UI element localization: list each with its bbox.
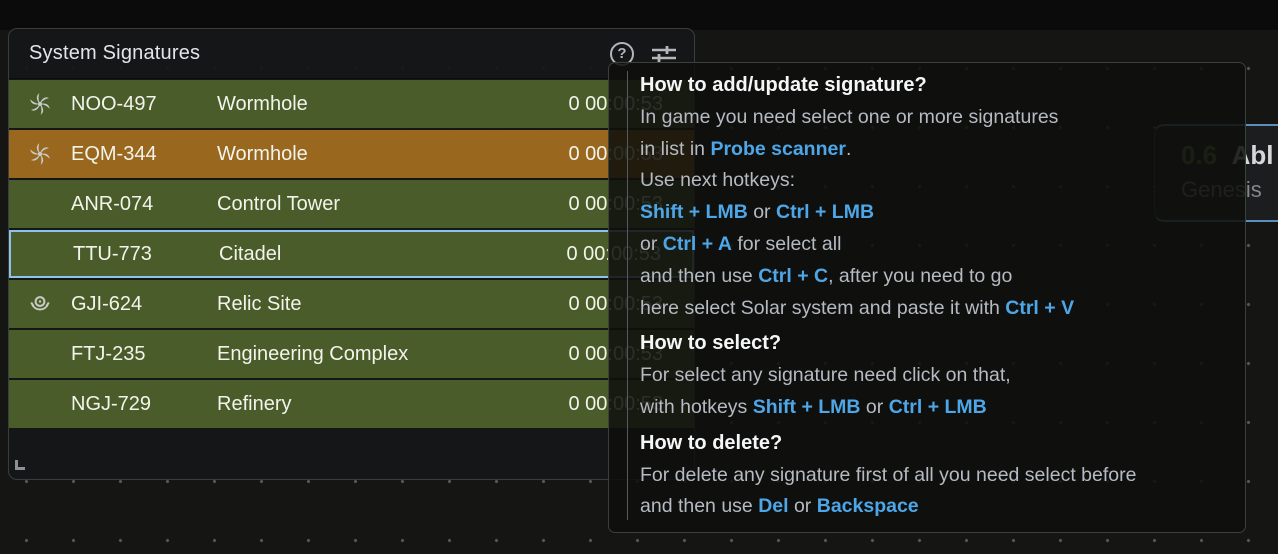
tooltip-text: For delete any signature first of all yo…: [640, 464, 1136, 486]
tooltip-text: or: [861, 396, 889, 418]
tooltip-section-title: How to delete?: [640, 428, 1233, 460]
tooltip-text: In game you need select one or more sign…: [640, 106, 1058, 128]
tooltip-line: and then use Ctrl + C, after you need to…: [640, 261, 1233, 293]
signature-id: TTU-773: [73, 243, 219, 266]
tooltip-section-title: How to add/update signature?: [640, 70, 1233, 102]
signature-id: NGJ-729: [71, 393, 217, 416]
table-row[interactable]: NGJ-729 Refinery 0 00:00:53: [9, 380, 694, 428]
tooltip-text: Use next hotkeys:: [640, 169, 795, 191]
hotkey-highlight: Ctrl + LMB: [889, 396, 987, 418]
panel-header: System Signatures ?: [9, 29, 694, 79]
tooltip-text: and then use: [640, 495, 758, 517]
hotkey-highlight: Ctrl + A: [663, 233, 732, 255]
wormhole-icon: [28, 142, 52, 166]
signature-type: Engineering Complex: [217, 343, 512, 366]
table-row[interactable]: NOO-497 Wormhole 0 00:00:53: [9, 80, 694, 128]
tooltip-section: How to select? For select any signature n…: [640, 328, 1233, 423]
tooltip-line: with hotkeys Shift + LMB or Ctrl + LMB: [640, 392, 1233, 424]
table-row[interactable]: ANR-074 Control Tower 0 00:00:53: [9, 180, 694, 228]
signature-type: Control Tower: [217, 193, 512, 216]
tooltip-text: with hotkeys: [640, 396, 753, 418]
signature-type: Wormhole: [217, 93, 512, 116]
signature-rows: NOO-497 Wormhole 0 00:00:53: [9, 79, 694, 431]
help-tooltip: How to add/update signature? In game you …: [608, 62, 1246, 533]
tooltip-line: Shift + LMB or Ctrl + LMB: [640, 197, 1233, 229]
tooltip-text: here select Solar system and paste it wi…: [640, 297, 1005, 319]
tooltip-text: or: [789, 495, 817, 517]
tooltip-section: How to delete? For delete any signature f…: [640, 428, 1233, 523]
hotkey-highlight: Ctrl + C: [758, 265, 828, 287]
signature-id: GJI-624: [71, 293, 217, 316]
panel-footer: [9, 431, 694, 479]
table-row[interactable]: EQM-344 Wormhole 0 00:00:53: [9, 130, 694, 178]
tooltip-text: or: [748, 201, 776, 223]
tooltip-text: .: [846, 138, 851, 160]
tooltip-section-title: How to select?: [640, 328, 1233, 360]
tooltip-line: and then use Del or Backspace: [640, 491, 1233, 523]
hotkey-highlight: Del: [758, 495, 788, 517]
signature-type: Refinery: [217, 393, 512, 416]
table-row-selected[interactable]: TTU-773 Citadel 0 00:00:53: [9, 230, 694, 278]
signature-type: Citadel: [219, 243, 510, 266]
wormhole-icon: [28, 92, 52, 116]
table-row[interactable]: FTJ-235 Engineering Complex 0 00:00:53: [9, 330, 694, 378]
signature-icon-cell: [9, 292, 71, 316]
panel-title: System Signatures: [29, 42, 200, 65]
tooltip-line: For delete any signature first of all yo…: [640, 460, 1233, 492]
tooltip-text: For select any signature need click on t…: [640, 364, 1011, 386]
tooltip-line: in list in Probe scanner.: [640, 134, 1233, 166]
system-signatures-panel: System Signatures ?: [8, 28, 695, 480]
hotkey-highlight: Ctrl + V: [1005, 297, 1074, 319]
signature-id: NOO-497: [71, 93, 217, 116]
tooltip-line: or Ctrl + A for select all: [640, 229, 1233, 261]
signature-type: Wormhole: [217, 143, 512, 166]
signature-id: FTJ-235: [71, 343, 217, 366]
hotkey-highlight: Shift + LMB: [753, 396, 861, 418]
tooltip-section: How to add/update signature? In game you …: [640, 70, 1233, 324]
tooltip-line: For select any signature need click on t…: [640, 360, 1233, 392]
hotkey-highlight: Backspace: [817, 495, 919, 517]
relic-site-icon: [28, 292, 52, 316]
tooltip-line: Use next hotkeys:: [640, 165, 1233, 197]
tooltip-text: and then use: [640, 265, 758, 287]
hotkey-highlight: Probe scanner: [710, 138, 845, 160]
tooltip-text: for select all: [732, 233, 841, 255]
tooltip-text: in list in: [640, 138, 710, 160]
hotkey-highlight: Shift + LMB: [640, 201, 748, 223]
tooltip-text: , after you need to go: [828, 265, 1012, 287]
signature-type: Relic Site: [217, 293, 512, 316]
table-row[interactable]: GJI-624 Relic Site 0 00:00:53: [9, 280, 694, 328]
hotkey-highlight: Ctrl + LMB: [776, 201, 874, 223]
tooltip-text: or: [640, 233, 663, 255]
tooltip-line: here select Solar system and paste it wi…: [640, 293, 1233, 325]
signature-id: ANR-074: [71, 193, 217, 216]
signature-id: EQM-344: [71, 143, 217, 166]
resize-handle-icon[interactable]: [15, 460, 25, 470]
signature-icon-cell: [9, 142, 71, 166]
tooltip-line: In game you need select one or more sign…: [640, 102, 1233, 134]
signature-icon-cell: [9, 92, 71, 116]
